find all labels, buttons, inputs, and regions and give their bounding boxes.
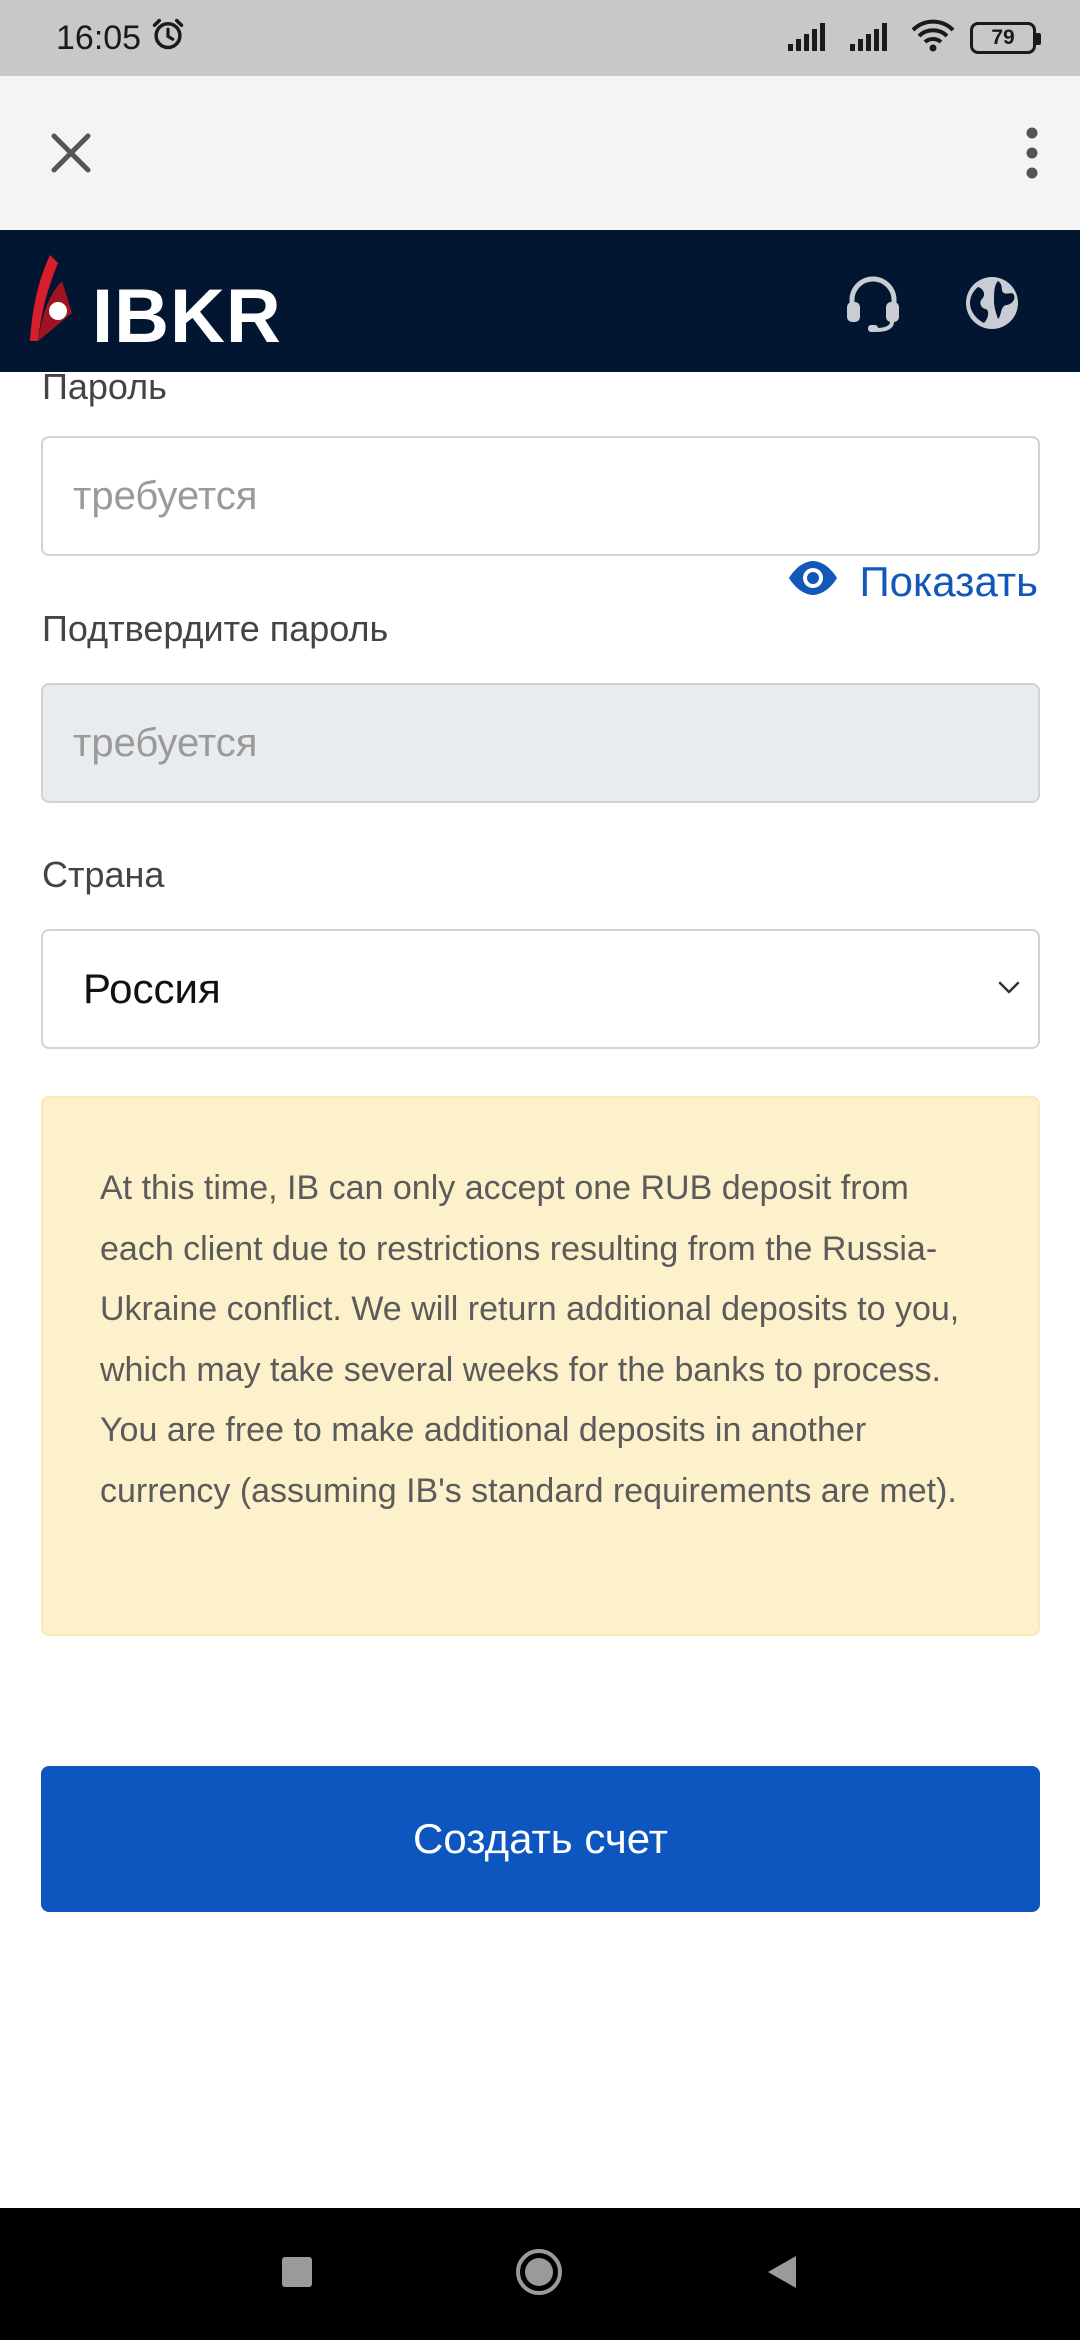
account-form: Пароль требуется Показать Подтвердите па… [0, 372, 1080, 2208]
status-bar: 16:05 79 [0, 0, 1080, 76]
home-icon[interactable] [514, 2247, 564, 2302]
country-label: Страна [42, 854, 165, 895]
close-icon[interactable] [48, 130, 94, 176]
browser-toolbar [0, 76, 1080, 230]
alarm-icon [149, 15, 187, 62]
back-icon[interactable] [764, 2252, 800, 2297]
more-vert-icon[interactable] [1024, 125, 1040, 181]
confirm-password-placeholder: требуется [73, 720, 258, 765]
show-password-toggle[interactable]: Показать [787, 558, 1038, 606]
notice-text: At this time, IB can only accept one RUB… [100, 1169, 960, 1510]
ibkr-logo-icon [28, 253, 78, 350]
password-placeholder: требуется [73, 473, 258, 518]
system-nav-bar [0, 2208, 1080, 2340]
show-password-label: Показать [859, 558, 1038, 605]
status-left: 16:05 [56, 15, 187, 62]
signal-icon [786, 20, 834, 57]
country-select[interactable]: Россия [41, 929, 1040, 1049]
deposit-notice: At this time, IB can only accept one RUB… [41, 1096, 1040, 1636]
create-account-button[interactable]: Создать счет [41, 1766, 1040, 1912]
wifi-icon [910, 19, 956, 58]
brand-name: IBKR [92, 273, 282, 359]
globe-icon[interactable] [964, 275, 1020, 336]
confirm-password-input[interactable]: требуется [41, 683, 1040, 803]
status-right: 79 [786, 19, 1041, 58]
password-input[interactable]: требуется [41, 436, 1040, 556]
status-time: 16:05 [56, 18, 142, 57]
site-header: IBKR [0, 230, 1080, 372]
country-value: Россия [83, 965, 221, 1012]
signal-icon [848, 20, 896, 57]
headset-icon[interactable] [844, 274, 902, 337]
header-icons [844, 274, 1020, 337]
brand-logo[interactable]: IBKR [28, 243, 282, 360]
confirm-password-label: Подтвердите пароль [42, 608, 389, 649]
recent-apps-icon[interactable] [280, 2255, 314, 2294]
battery-level: 79 [991, 26, 1015, 49]
eye-icon [787, 558, 839, 606]
chevron-down-icon [994, 965, 1024, 1013]
battery-icon: 79 [970, 22, 1041, 54]
password-label: Пароль [42, 372, 167, 407]
